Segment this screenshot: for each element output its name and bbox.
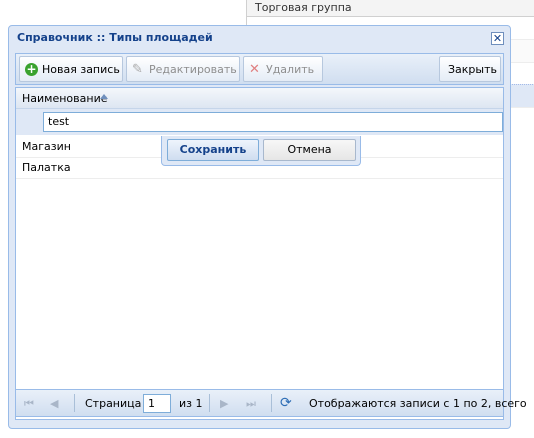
edit-label: Редактировать (149, 63, 237, 76)
first-page-icon[interactable]: ⏮ (24, 397, 34, 411)
close-icon[interactable]: ✕ (491, 32, 504, 45)
pager-separator (209, 394, 210, 412)
prev-page-icon[interactable]: ◀ (50, 397, 58, 410)
toolbar: + Новая запись ✎ Редактировать ✕ Удалить… (15, 53, 504, 85)
delete-button[interactable]: ✕ Удалить (243, 56, 323, 82)
x-icon: ✕ (249, 62, 260, 77)
background-column-header[interactable]: Торговая группа (246, 0, 534, 17)
refresh-icon[interactable]: ⟳ (280, 395, 296, 411)
name-editor-input[interactable]: test (43, 112, 503, 132)
window-title: Справочник :: Типы площадей (17, 31, 213, 44)
row-label: Магазин (22, 140, 71, 153)
edit-button[interactable]: ✎ Редактировать (126, 56, 240, 82)
close-button[interactable]: Закрыть (439, 56, 501, 82)
new-record-button[interactable]: + Новая запись (19, 56, 123, 82)
last-page-icon[interactable]: ⏭ (246, 397, 256, 411)
page-count-label: из 1 (179, 397, 203, 410)
pencil-icon: ✎ (132, 62, 143, 77)
row-editor-buttons: Сохранить Отмена (161, 136, 361, 166)
delete-label: Удалить (266, 63, 315, 76)
column-header-name[interactable]: Наименование (16, 88, 503, 109)
background-column-header-label: Торговая группа (255, 1, 352, 14)
row-label: Палатка (22, 161, 71, 174)
sort-ascending-icon (100, 94, 108, 99)
new-record-label: Новая запись (42, 63, 120, 76)
pager-separator (74, 394, 75, 412)
records-status: Отображаются записи с 1 по 2, всего (309, 397, 527, 410)
page-label: Страница (85, 397, 142, 410)
pager-separator (271, 394, 272, 412)
save-button[interactable]: Сохранить (167, 139, 259, 161)
next-page-icon[interactable]: ▶ (220, 397, 228, 410)
page-number-input[interactable]: 1 (143, 394, 171, 413)
cancel-button[interactable]: Отмена (263, 139, 356, 161)
add-circle-icon: + (25, 62, 38, 76)
paging-toolbar: ⏮ ◀ Страница 1 из 1 ▶ ⏭ ⟳ Отображаются з… (15, 389, 527, 417)
column-header-label: Наименование (22, 92, 108, 105)
close-label: Закрыть (448, 63, 497, 76)
row-editor: test (16, 109, 503, 135)
directory-window: Справочник :: Типы площадей ✕ + Новая за… (8, 25, 527, 429)
